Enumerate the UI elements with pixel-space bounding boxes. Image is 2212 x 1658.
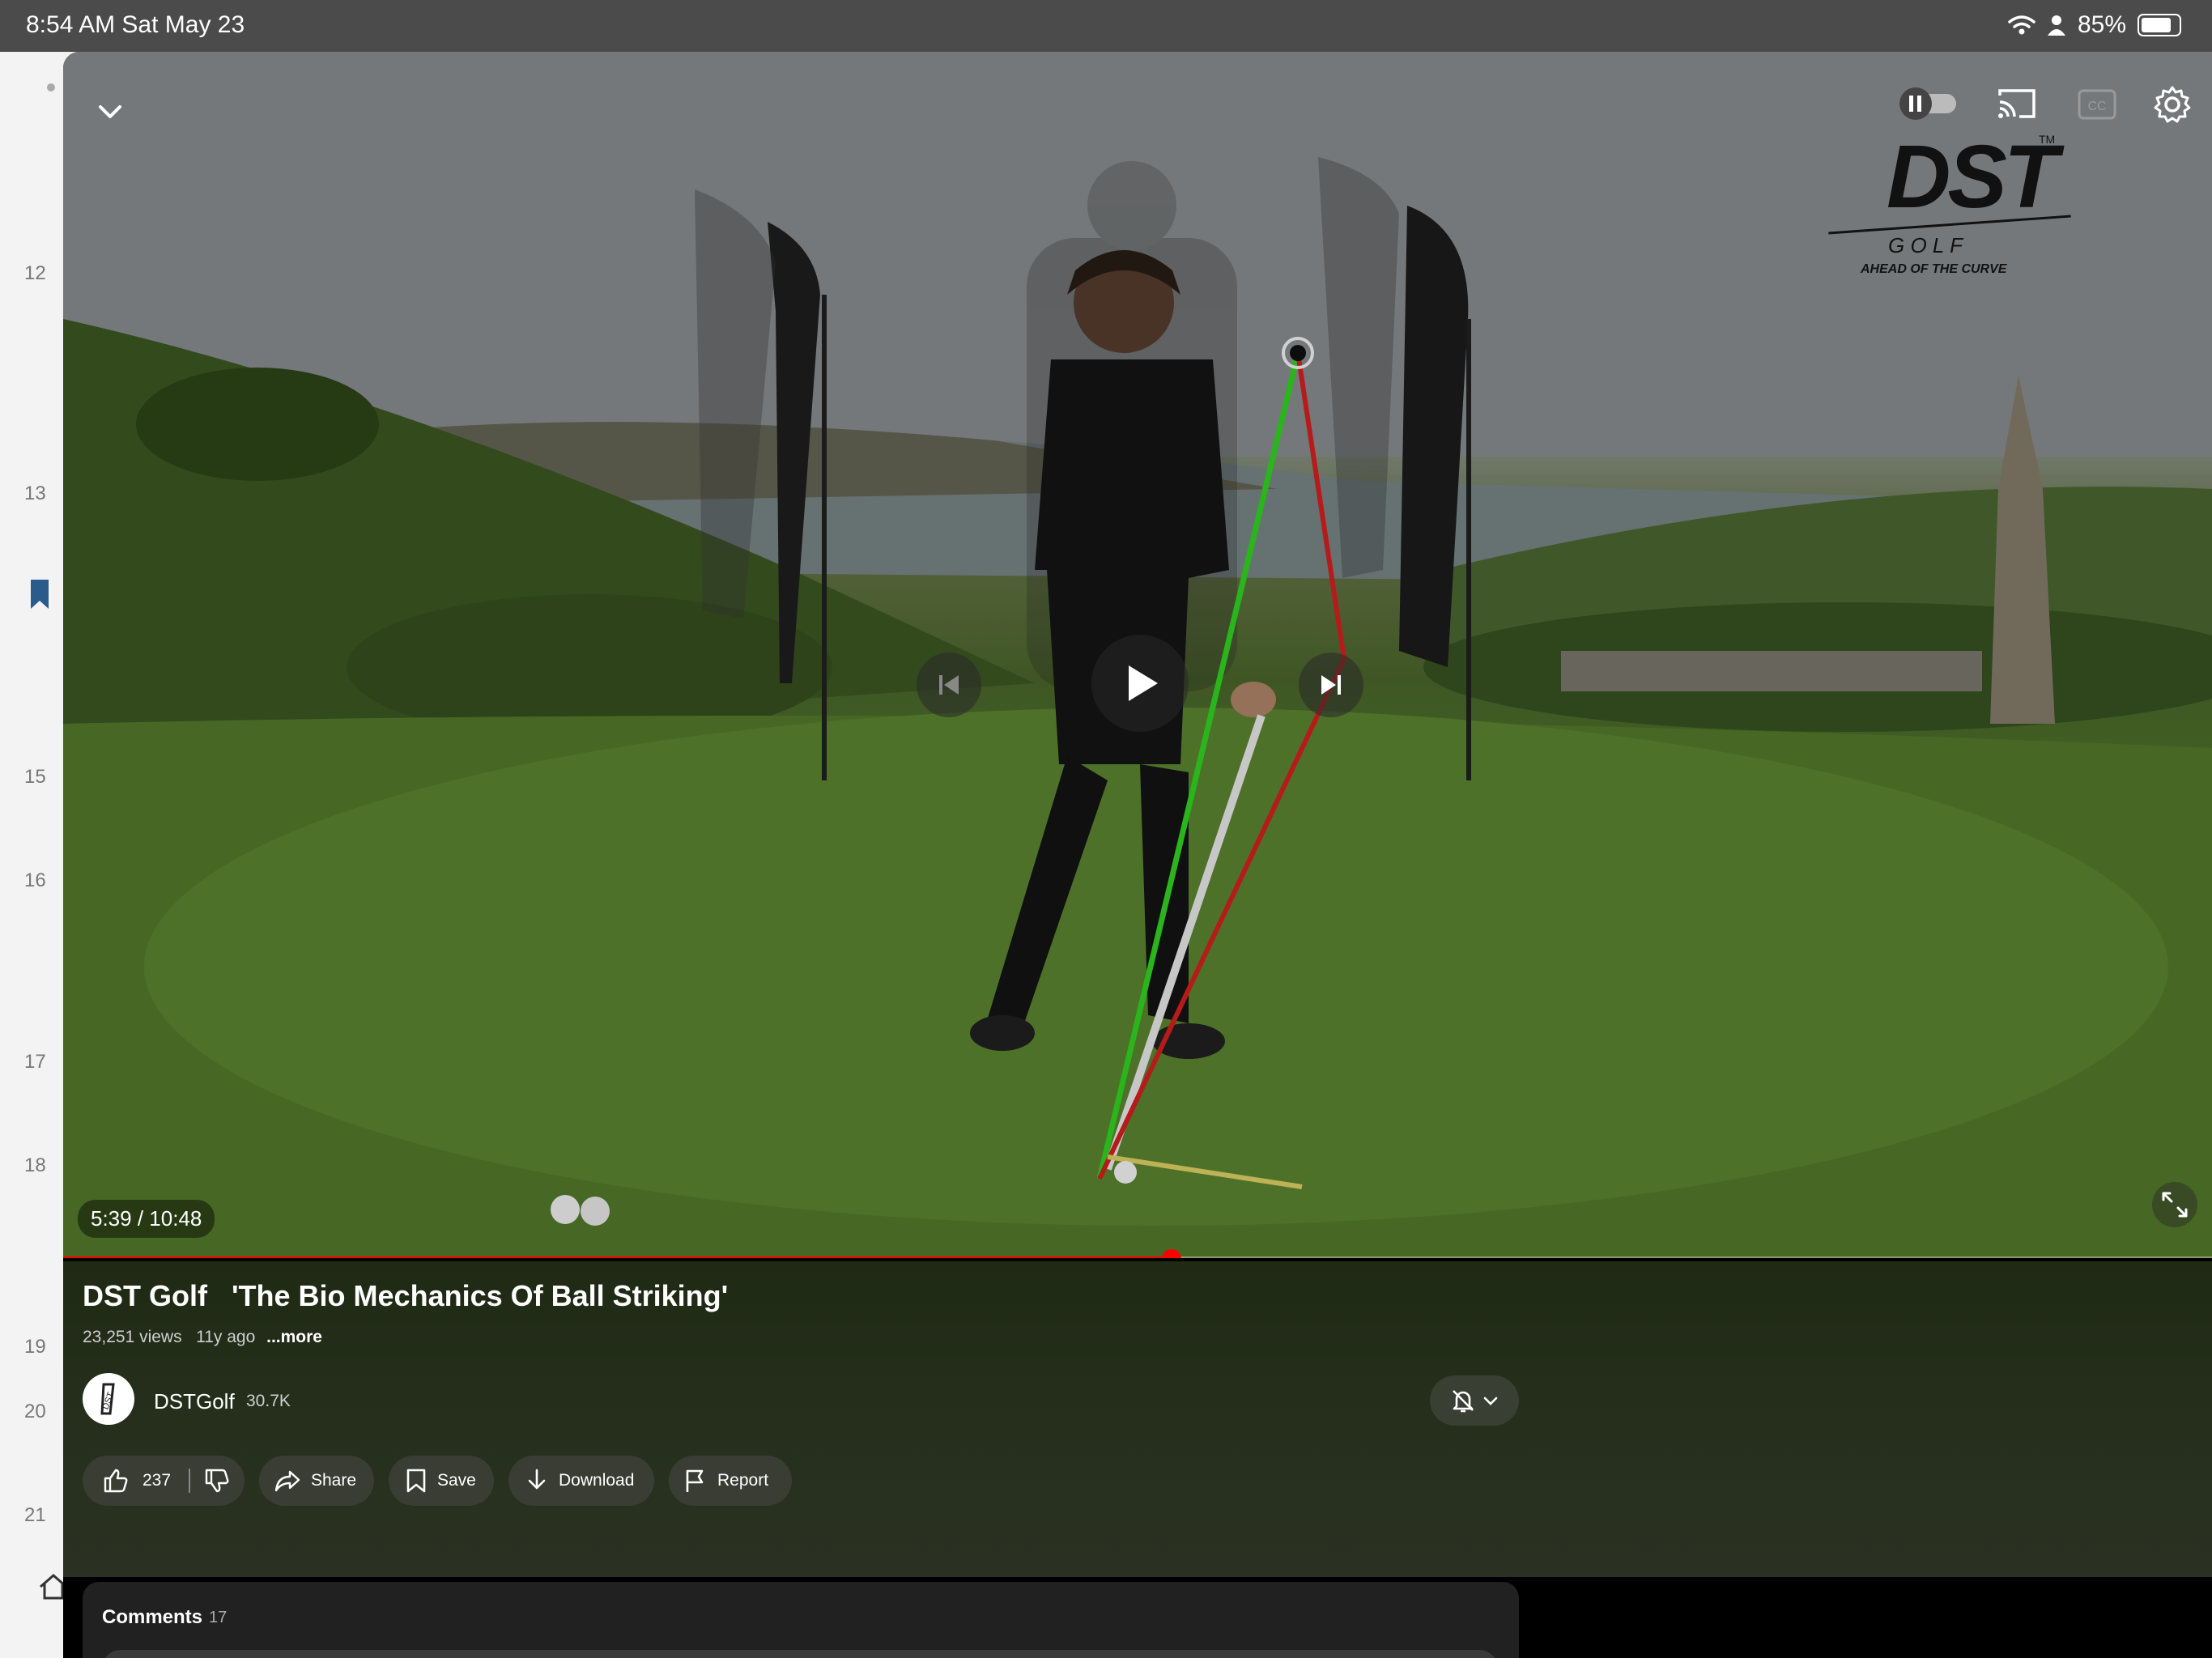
- share-label: Share: [311, 1471, 357, 1490]
- wifi-icon: [2008, 15, 2035, 35]
- download-icon: [528, 1469, 546, 1490]
- brand-tm: TM: [2039, 133, 2056, 146]
- bell-off-icon: [1453, 1390, 1474, 1413]
- battery-percent: 85%: [2077, 11, 2126, 38]
- brand-tagline: AHEAD OF THE CURVE: [1861, 262, 2007, 276]
- save-button[interactable]: Save: [389, 1456, 494, 1506]
- flag-icon: [686, 1469, 704, 1492]
- comments-count: 17: [209, 1609, 228, 1626]
- captions-icon[interactable]: CC: [2078, 89, 2116, 120]
- brand-sub: G O L F: [1888, 233, 1963, 257]
- brand-logo: DST TM G O L F AHEAD OF THE CURVE: [1828, 133, 2071, 278]
- thumbs-down-icon[interactable]: [203, 1467, 231, 1494]
- line-number: 13: [24, 483, 46, 504]
- line-number: 20: [24, 1401, 46, 1422]
- comments-panel[interactable]: Comments 17: [83, 1582, 1519, 1658]
- bookmark-outline-icon: [406, 1469, 426, 1493]
- battery-icon: [2138, 14, 2181, 36]
- video-meta[interactable]: 23,251 views 11y ago ...more: [83, 1328, 322, 1347]
- video-info: DST Golf 'The Bio Mechanics Of Ball Stri…: [63, 1261, 2212, 1577]
- playback-controls: [917, 610, 1370, 797]
- chevron-down-icon: [1483, 1397, 1498, 1405]
- view-count: 23,251 views: [83, 1328, 182, 1346]
- app-sheet: DST TM G O L F AHEAD OF THE CURVE CC 5:3…: [63, 52, 2212, 1658]
- more-link[interactable]: ...more: [266, 1328, 322, 1346]
- next-button[interactable]: [1299, 653, 1363, 717]
- report-button[interactable]: Report: [669, 1456, 792, 1506]
- comments-title: Comments: [102, 1606, 203, 1628]
- minimize-chevron-icon[interactable]: [92, 94, 128, 130]
- line-number: 15: [24, 766, 46, 788]
- line-number: 18: [24, 1154, 46, 1176]
- play-button[interactable]: [1091, 635, 1189, 732]
- svg-text:CC: CC: [2087, 100, 2106, 113]
- like-count[interactable]: 237: [143, 1471, 171, 1490]
- save-label: Save: [437, 1471, 476, 1490]
- cast-icon[interactable]: [1997, 86, 2037, 121]
- status-time: 8:54 AM Sat May 23: [26, 11, 245, 38]
- progress-bar[interactable]: [63, 1249, 2212, 1258]
- download-label: Download: [559, 1471, 635, 1490]
- settings-gear-icon[interactable]: [2152, 84, 2193, 125]
- channel-avatar[interactable]: DST: [83, 1373, 134, 1425]
- video-player[interactable]: DST TM G O L F AHEAD OF THE CURVE CC 5:3…: [63, 52, 2212, 1258]
- share-icon: [274, 1470, 300, 1492]
- skip-previous-icon: [939, 675, 959, 695]
- line-number: 17: [24, 1051, 46, 1073]
- line-number: 12: [24, 262, 46, 284]
- fullscreen-icon[interactable]: [2152, 1182, 2197, 1227]
- like-dislike-group: 237: [83, 1456, 245, 1506]
- line-number: 16: [24, 869, 46, 891]
- channel-name[interactable]: DSTGolf: [154, 1389, 235, 1414]
- thumbs-up-icon[interactable]: [102, 1467, 130, 1494]
- play-icon: [1129, 665, 1158, 701]
- page-dot: [47, 83, 55, 91]
- video-title: DST Golf 'The Bio Mechanics Of Ball Stri…: [83, 1279, 729, 1312]
- line-number: 21: [24, 1504, 46, 1526]
- dst-logo-icon: DST: [100, 1383, 116, 1415]
- subscriber-count: 30.7K: [246, 1392, 291, 1410]
- skip-next-icon: [1321, 675, 1341, 695]
- progress-fill: [63, 1256, 1172, 1258]
- time-display: 5:39 / 10:48: [78, 1200, 215, 1238]
- report-label: Report: [717, 1471, 769, 1490]
- download-button[interactable]: Download: [508, 1456, 654, 1506]
- like-divider: [189, 1469, 191, 1493]
- person-icon: [2047, 15, 2065, 36]
- comment-input[interactable]: [102, 1650, 1498, 1658]
- bookmark-icon[interactable]: [29, 580, 50, 609]
- previous-button[interactable]: [917, 653, 981, 717]
- status-bar: 8:54 AM Sat May 23 85%: [0, 0, 2212, 52]
- brand-name: DST: [1887, 127, 2058, 227]
- share-button[interactable]: Share: [259, 1456, 374, 1506]
- upload-age: 11y ago: [196, 1328, 256, 1346]
- notifications-button[interactable]: [1430, 1375, 1519, 1426]
- autoplay-toggle[interactable]: [1899, 86, 1961, 121]
- line-number: 19: [24, 1336, 46, 1358]
- status-indicators: 85%: [2008, 11, 2181, 39]
